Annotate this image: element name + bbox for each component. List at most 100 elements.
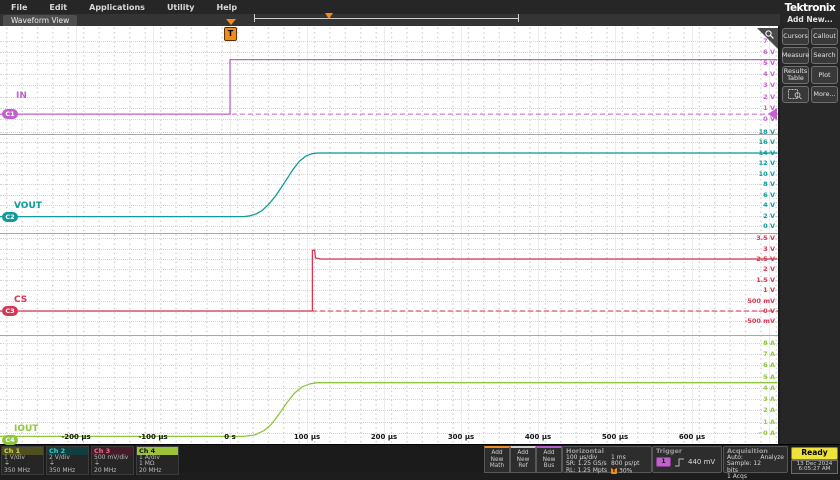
scale-label-iout: 8 A [763,338,775,347]
channel-badge-c2[interactable]: C2 [2,212,18,222]
section-separator [0,232,778,234]
add-new-button-word: Math [489,463,505,470]
horizontal-row: RL: 1.25 Mpts T 30% [563,467,651,475]
gridline [0,311,778,312]
channel-name-vout: VOUT [14,201,42,211]
add-new-button-word: Bus [543,463,555,470]
section-separator [0,334,778,336]
gridline [0,248,778,250]
menu-item-applications[interactable]: Applications [78,3,156,12]
channel-badge-line: 350 MHz [49,466,76,474]
pan-position-marker-icon[interactable] [325,13,333,19]
gridline [0,365,778,367]
scale-label-iout: 5 A [763,372,775,381]
gridline [0,300,778,302]
channel-settings-badge-ch-4[interactable]: Ch 41 A/div 1 MΩ 20 MHz [136,446,179,475]
acquisition-value: Sample: 12 bits [727,460,762,474]
channel-name-in: IN [16,91,27,101]
scale-label-vout: 10 V [758,169,775,178]
menu-item-utility[interactable]: Utility [156,3,206,12]
gridline [0,290,778,292]
gridline [0,85,778,87]
scale-label-vout: 4 V [763,201,775,209]
channel-badge-line: 350 MHz [4,466,31,474]
gridline [0,353,778,355]
section-separator [0,133,778,135]
gridline [0,269,778,271]
gridline [0,238,778,240]
ready-status-button[interactable]: Ready [791,447,838,460]
trigger-level-value: 440 mV [688,458,716,466]
sidebar-button-callout[interactable]: Callout [811,28,838,45]
gridline [0,279,778,281]
channel-name-iout: IOUT [14,424,39,434]
channel-settings-badge-ch-3[interactable]: Ch 3 500 mV/div ⏚ 20 MHz [91,446,134,475]
channel-badge-c1[interactable]: C1 [2,109,18,119]
channel-settings-badge-ch-1[interactable]: Ch 11 V/div ⏚ 350 MHz [1,446,44,475]
sidebar-button-search[interactable]: Search [811,47,838,64]
gridline [0,376,778,378]
trigger-source-chip: 1 [656,457,671,467]
trigger-badge[interactable]: Trigger 1 440 mV [652,446,722,473]
channel-badge-c4[interactable]: C4 [2,435,18,445]
gridline [0,215,778,217]
channel-badge-c3[interactable]: C3 [2,306,18,316]
time-label: 100 µs [293,433,321,441]
gridline [0,107,778,109]
scale-label-cs: 2.5 V [756,255,775,263]
scale-label-cs: 500 mV [747,296,775,305]
scale-label-vout: 0 V [763,222,775,230]
scale-label-cs: - 0 V [758,307,775,315]
add-new-bus-button[interactable]: Add New Bus [536,446,562,473]
gridline [0,163,778,164]
trigger-t-icon[interactable]: T [224,27,237,41]
sidebar-button-results-table[interactable]: Results Table [782,66,809,84]
scale-label-vout: 8 V [763,180,775,188]
sidebar-button-plot[interactable]: Plot [811,66,838,84]
tab-waveform-view[interactable]: Waveform View [3,15,78,26]
trigger-level-arrow-icon[interactable] [768,108,777,121]
waveform-plot[interactable]: T 7 V6 V5 V4 V3 V2 V1 V0 V IN C1 18 V 16 V 14… [0,26,778,445]
scale-label-in: 3 V [763,81,775,90]
trigger-position-arrow-icon[interactable] [226,19,236,25]
scale-label-vout: 2 V [763,211,775,220]
scale-label-iout: 4 A [763,383,775,392]
trace-in [0,58,778,115]
menu-bar: File Edit Applications Utility Help [0,0,780,14]
gridline [0,194,778,196]
trigger-title: Trigger [656,447,683,455]
sidebar-button-more[interactable]: More... [811,86,838,103]
pan-overview-left-tick [254,14,255,22]
acquisition-badge[interactable]: Acquisition Auto: Analyze Sample: 12 bits 1… [723,446,788,480]
channel-settings-badge-ch-2[interactable]: Ch 22 V/div ⏚ 350 MHz [46,446,89,475]
zoom-icon [788,89,802,100]
gridline [0,226,778,227]
scale-label-iout: 6 A [763,361,775,370]
channel-badge-line: 20 MHz [139,466,162,474]
gridline [0,205,778,206]
datetime-display[interactable]: 13 Dec 2024 6:05:27 AM [791,460,838,474]
horizontal-badge[interactable]: Horizontal 100 µs/div 1 ms SR: 1.25 GS/s 80… [562,446,652,475]
gridline [0,184,778,185]
scale-label-vout: 6 V [763,190,775,199]
trigger-position-icon: T [611,467,617,474]
gridline [0,152,778,154]
gridline [0,96,778,98]
waveform-traces [0,58,778,438]
gridline [0,410,778,412]
menu-item-help[interactable]: Help [206,3,249,12]
menu-item-edit[interactable]: Edit [38,3,78,12]
scale-label-vout: 14 V [758,148,775,157]
sidebar-button-measure[interactable]: Measure [782,47,809,64]
add-new-ref-button[interactable]: Add New Ref [510,446,536,473]
time-label: -100 µs [138,433,168,441]
scale-label-iout: 3 A [763,395,775,404]
menu-item-file[interactable]: File [0,3,38,12]
add-new-math-button[interactable]: Add New Math [484,446,510,473]
bottom-bar: Ch 11 V/div ⏚ 350 MHz Ch 22 V/div ⏚ 350 MHz Ch… [0,444,840,480]
gridline [0,74,778,76]
acquisition-row: Sample: 12 bits [724,461,787,474]
sidebar-button-cursors[interactable]: Cursors [782,28,809,45]
zoom-tool-button[interactable] [782,86,809,103]
pan-overview-bar[interactable] [255,18,518,19]
